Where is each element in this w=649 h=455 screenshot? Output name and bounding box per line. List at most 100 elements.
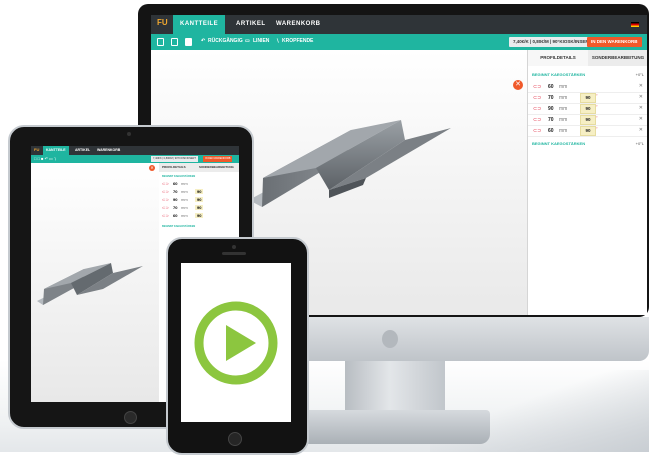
tablet-row-unit: mm [181,205,188,210]
phone-home-button[interactable] [228,432,242,446]
profile-row: ⊂⊃ 70 mm 90 ° ✕ [528,115,647,126]
tablet-home-button[interactable] [124,411,137,424]
angle-degree-icon: ° [596,104,598,109]
tablet-nav-kantteile[interactable]: KANTTEILE [43,146,69,155]
row-angle[interactable]: 90 [580,104,596,114]
new-file-icon[interactable] [157,38,164,46]
phone-camera-icon [232,245,236,249]
app-toolbar: ↶ RÜCKGÄNGIG ▭ LINIEN ∖ KROPFENDE 7,40€/… [151,34,647,50]
language-flag-icon[interactable] [631,22,639,27]
row-unit: mm [559,106,568,112]
angle-degree-icon: ° [596,115,598,120]
profile-row: ⊂⊃ 70 mm 90 ° ✕ [528,93,647,104]
save-icon[interactable] [185,38,192,46]
undo-icon[interactable]: ↶ [201,38,205,44]
tablet-price-button[interactable]: 7,40€/K | 0,80€/M | 90°KIOSK/INSERT [151,156,198,162]
tablet-row-unit: mm [181,181,188,186]
tablet-app-logo[interactable]: FU [34,147,39,152]
lock-icon[interactable]: ⊂⊃ [533,95,541,101]
row-value[interactable]: 70 [548,117,554,123]
monitor-logo-icon [382,330,398,348]
tablet-panel-tabs: PROFILDETAILS SONDERBEARBEITUNG [159,163,239,172]
tablet-row-angle[interactable]: 90 [195,197,204,202]
undo-button[interactable]: RÜCKGÄNGIG [208,38,243,44]
profile-panel: PROFILDETAILS SONDERBEARBEITUNG BEGINNT … [527,50,647,315]
tablet-tab-profildetails[interactable]: PROFILDETAILS [162,165,186,169]
line-icon[interactable]: ▭ [245,38,250,44]
delete-row-icon[interactable]: ✕ [639,116,643,122]
angle-degree-icon: ° [596,93,598,98]
tablet-profile-row: ⊂⊃ 90 mm 90 [159,197,239,205]
nav-kantteile[interactable]: KANTTEILE [173,15,226,34]
phone-speaker [222,252,246,255]
tablet-row-unit: mm [181,213,188,218]
lock-icon[interactable]: ⊂⊃ [162,213,169,218]
section-start-label: BEGINNT KAEGOSTÄRKEN [532,72,586,77]
tablet-cart-button[interactable]: IN DEN WARENKORB [203,156,233,162]
tablet-profile-row: ⊂⊃ 60 mm 90 [159,213,239,221]
monitor-base [300,410,490,444]
add-to-cart-button[interactable]: IN DEN WARENKORB [587,37,642,47]
lock-icon[interactable]: ⊂⊃ [533,117,541,123]
profile-row: ⊂⊃ 90 mm 90 ° ✕ [528,104,647,115]
panel-tabs: PROFILDETAILS SONDERBEARBEITUNG [528,50,647,66]
row-unit: mm [559,84,568,90]
tablet-toolbar-icons[interactable]: □ □ ■ ↶ ▭ ∖ [34,156,56,161]
lock-icon[interactable]: ⊂⊃ [162,205,169,210]
edge-button[interactable]: KROPFENDE [282,38,313,44]
lock-icon[interactable]: ⊂⊃ [533,106,541,112]
tablet-row-value[interactable]: 60 [173,181,177,186]
row-value[interactable]: 60 [548,128,554,134]
tablet-profile-row: ⊂⊃ 70 mm 90 [159,189,239,197]
lock-icon[interactable]: ⊂⊃ [533,128,541,134]
tablet-viewport[interactable]: ✕ [31,163,159,402]
open-folder-icon[interactable] [171,38,178,46]
row-value[interactable]: 60 [548,84,554,90]
edge-icon[interactable]: ∖ [276,38,279,44]
tab-profildetails[interactable]: PROFILDETAILS [528,50,588,66]
row-unit: mm [559,95,568,101]
tablet-app-header: FU KANTTEILE ARTIKEL WARENKORB [31,146,239,155]
delete-row-icon[interactable]: ✕ [639,83,643,89]
row-value[interactable]: 90 [548,106,554,112]
row-angle[interactable]: 90 [580,126,596,136]
tablet-row-unit: mm [181,189,188,194]
tablet-tab-sonderbearbeitung[interactable]: SONDERBEARBEITUNG [199,165,234,169]
delete-row-icon[interactable]: ✕ [639,105,643,111]
delete-row-icon[interactable]: ✕ [639,127,643,133]
tablet-row-angle[interactable]: 90 [195,205,204,210]
monitor-neck [345,361,445,413]
play-icon[interactable] [194,301,278,385]
tablet-row-angle[interactable]: 90 [195,189,204,194]
tablet-nav-warenkorb[interactable]: WARENKORB [97,146,120,155]
section-start-value: +0°L [635,72,644,77]
tablet-row-angle[interactable]: 90 [195,213,204,218]
lock-icon[interactable]: ⊂⊃ [162,197,169,202]
lock-icon[interactable]: ⊂⊃ [162,189,169,194]
tablet-row-value[interactable]: 70 [173,205,177,210]
profile-row: ⊂⊃ 60 mm 90 ° ✕ [528,126,647,137]
delete-row-icon[interactable]: ✕ [639,94,643,100]
row-unit: mm [559,117,568,123]
tablet-row-value[interactable]: 60 [173,213,177,218]
profile-row: ⊂⊃ 60 mm ✕ [528,82,647,93]
tab-sonderbearbeitung[interactable]: SONDERBEARBEITUNG [588,50,647,66]
nav-warenkorb[interactable]: WARENKORB [269,15,328,34]
row-value[interactable]: 70 [548,95,554,101]
angle-degree-icon: ° [596,126,598,131]
tablet-row-value[interactable]: 70 [173,189,177,194]
tablet-nav-artikel[interactable]: ARTIKEL [75,146,90,155]
row-angle[interactable]: 90 [580,115,596,125]
tablet-profile-row: ⊂⊃ 70 mm 90 [159,205,239,213]
line-button[interactable]: LINIEN [253,38,269,44]
nav-artikel[interactable]: ARTIKEL [229,15,273,34]
lock-icon[interactable]: ⊂⊃ [533,84,541,90]
section-end-label: BEGINNT KAEGOSTÄRKEN [532,141,586,146]
app-logo[interactable]: FU [157,18,171,30]
lock-icon[interactable]: ⊂⊃ [162,181,169,186]
tablet-camera-icon [127,132,131,136]
tablet-row-value[interactable]: 90 [173,197,177,202]
row-angle[interactable]: 90 [580,93,596,103]
tablet-profile-3d-model [37,263,143,305]
price-button[interactable]: 7,40€/K | 0,80€/M | 90°KIOSK/INSERT [509,37,596,47]
